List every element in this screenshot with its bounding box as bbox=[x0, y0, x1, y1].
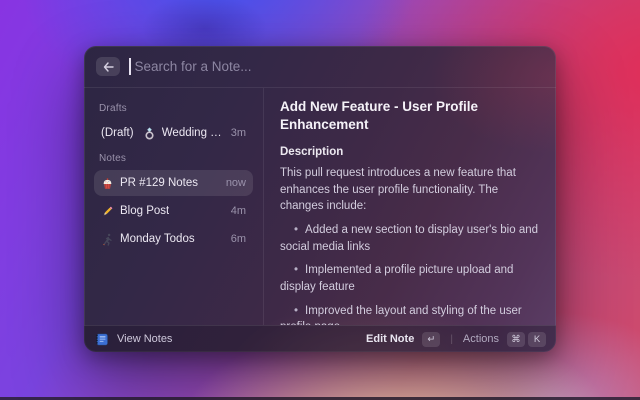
notebook-icon bbox=[94, 332, 109, 347]
actions-key[interactable]: ⌘ bbox=[507, 332, 525, 347]
edit-note-button[interactable]: Edit Note bbox=[366, 333, 414, 345]
footer-divider: | bbox=[450, 334, 453, 345]
note-item-title: Monday Todos bbox=[120, 233, 195, 245]
text-caret bbox=[129, 58, 131, 75]
note-list-item[interactable]: Monday Todos 6m bbox=[94, 226, 253, 252]
note-list-item[interactable]: (Draft) Wedding Gift Ideas 3m bbox=[94, 120, 253, 146]
actions-button[interactable]: Actions bbox=[463, 333, 499, 345]
note-item-timestamp: 6m bbox=[231, 233, 246, 245]
actions-key[interactable]: K bbox=[528, 332, 546, 347]
desktop-wallpaper: Drafts (Draft) Wedding Gift Ideas 3m Notes P… bbox=[0, 0, 640, 400]
notes-list-sidebar: Drafts (Draft) Wedding Gift Ideas 3m Notes P… bbox=[84, 88, 264, 325]
note-item-title: Blog Post bbox=[120, 205, 169, 217]
bullet-dot: • bbox=[294, 224, 298, 236]
bullet-dot: • bbox=[294, 264, 298, 276]
back-button[interactable] bbox=[96, 57, 120, 76]
note-item-title: Wedding Gift Ideas bbox=[162, 127, 225, 139]
note-item-timestamp: 4m bbox=[231, 205, 246, 217]
edit-note-key[interactable]: ↵ bbox=[422, 332, 440, 347]
note-list-item[interactable]: PR #129 Notes now bbox=[94, 170, 253, 196]
ring-icon bbox=[143, 127, 156, 140]
actions-shortcut: ⌘K bbox=[507, 332, 546, 347]
bullet-dot: • bbox=[294, 305, 298, 317]
search-bar bbox=[84, 46, 556, 88]
notes-launcher-window: Drafts (Draft) Wedding Gift Ideas 3m Notes P… bbox=[84, 46, 556, 352]
action-bar: View Notes Edit Note ↵ | Actions ⌘K bbox=[84, 325, 556, 352]
note-bullet-item: •Implemented a profile picture upload an… bbox=[280, 262, 540, 295]
note-bullet-item: •Added a new section to display user's b… bbox=[280, 222, 540, 255]
note-body: Description This pull request introduces … bbox=[280, 146, 540, 325]
search-input[interactable] bbox=[135, 59, 545, 74]
cupcake-icon bbox=[101, 177, 114, 190]
back-arrow-icon bbox=[103, 62, 114, 72]
note-list-item[interactable]: Blog Post 4m bbox=[94, 198, 253, 224]
note-item-title: PR #129 Notes bbox=[120, 177, 198, 189]
section-label-drafts: Drafts bbox=[99, 103, 248, 114]
window-body: Drafts (Draft) Wedding Gift Ideas 3m Notes P… bbox=[84, 88, 556, 325]
note-item-timestamp: 3m bbox=[231, 127, 246, 139]
note-item-timestamp: now bbox=[226, 177, 246, 189]
section-label-notes: Notes bbox=[99, 153, 248, 164]
note-bullet-item: •Improved the layout and styling of the … bbox=[280, 303, 540, 325]
view-notes-label: View Notes bbox=[117, 333, 172, 345]
note-section-heading: Description bbox=[280, 146, 540, 158]
pencil-icon bbox=[101, 205, 114, 218]
note-preview-pane: Add New Feature - User Profile Enhanceme… bbox=[264, 88, 556, 325]
draft-prefix: (Draft) bbox=[101, 127, 137, 139]
edit-note-shortcut: ↵ bbox=[422, 332, 440, 347]
note-title: Add New Feature - User Profile Enhanceme… bbox=[280, 98, 540, 133]
note-paragraph: This pull request introduces a new featu… bbox=[280, 165, 540, 215]
runner-icon bbox=[101, 233, 114, 246]
